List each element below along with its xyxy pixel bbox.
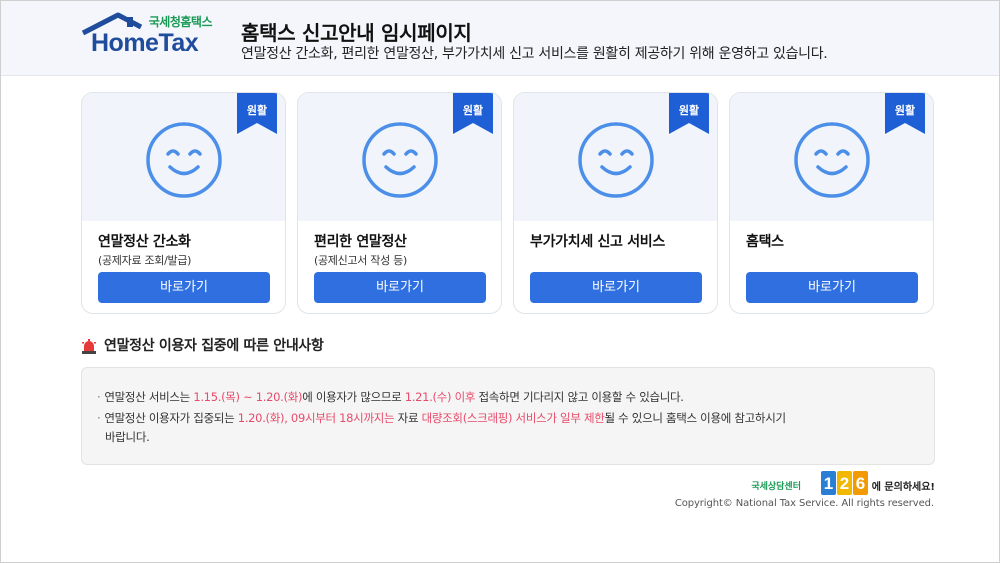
- smiley-face-icon: [362, 122, 438, 198]
- smiley-face-icon: [794, 122, 870, 198]
- notice-text: 에 이용자가 많으므로: [302, 390, 405, 404]
- status-badge: 원활: [462, 104, 484, 117]
- card-subtitle: (공제신고서 작성 등): [314, 254, 407, 267]
- service-cards: 원활 연말정산 간소화 (공제자료 조회/발급) 바로가기 원활 편리한 연말정…: [81, 92, 935, 314]
- card-title: 홈택스: [746, 234, 784, 250]
- go-button[interactable]: 바로가기: [746, 272, 918, 303]
- notice-item: · 연말정산 서비스는 1.15.(목) ~ 1.20.(화)에 이용자가 많으므…: [97, 389, 684, 405]
- card-title: 연말정산 간소화: [98, 234, 191, 250]
- card-title: 부가가치세 신고 서비스: [530, 234, 665, 250]
- notice-text-continued: 바랍니다.: [105, 430, 150, 444]
- notice-item: · 연말정산 이용자가 집중되는 1.20.(화), 09시부터 18시까지는 자…: [97, 410, 786, 426]
- hometax-logo[interactable]: 국세청홈택스 HomeTax: [81, 11, 216, 61]
- go-button[interactable]: 바로가기: [98, 272, 270, 303]
- service-card-yearend-simple: 원활 연말정산 간소화 (공제자료 조회/발급) 바로가기: [81, 92, 286, 314]
- copyright: Copyright© National Tax Service. All rig…: [674, 498, 934, 509]
- service-card-hometax: 원활 홈택스 바로가기: [729, 92, 934, 314]
- notice-box: · 연말정산 서비스는 1.15.(목) ~ 1.20.(화)에 이용자가 많으므…: [81, 367, 935, 465]
- card-title: 편리한 연말정산: [314, 234, 407, 250]
- go-button[interactable]: 바로가기: [530, 272, 702, 303]
- logo-wordmark: HomeTax: [91, 29, 199, 57]
- card-subtitle: (공제자료 조회/발급): [98, 254, 192, 267]
- notice-highlight: 1.21.(수) 이후: [404, 390, 476, 404]
- svg-text:2: 2: [840, 474, 849, 493]
- status-badge: 원활: [246, 104, 268, 117]
- status-badge: 원활: [678, 104, 700, 117]
- service-card-yearend-easy: 원활 편리한 연말정산 (공제신고서 작성 등) 바로가기: [297, 92, 502, 314]
- notice-highlight: 1.15.(목) ~ 1.20.(화): [193, 390, 303, 404]
- page-header: 국세청홈택스 HomeTax 홈택스 신고안내 임시페이지 연말정산 간소화, …: [1, 1, 999, 76]
- bullet: ·: [97, 411, 101, 425]
- status-badge: 원활: [894, 104, 916, 117]
- notice-text: 연말정산 서비스는: [104, 390, 194, 404]
- call-center-banner: 국세상담센터 1 2 6 에 문의하세요!: [715, 471, 935, 495]
- svg-text:1: 1: [824, 474, 833, 493]
- call-center-label: 국세상담센터: [751, 482, 801, 492]
- notice-text: 접속하면 기다리지 않고 이용할 수 있습니다.: [475, 390, 684, 404]
- notice-heading: 연말정산 이용자 집중에 따른 안내사항: [104, 338, 324, 354]
- call-number-126: 1 2 6: [821, 471, 868, 495]
- smiley-face-icon: [578, 122, 654, 198]
- notice-text: 연말정산 이용자가 집중되는: [104, 411, 238, 425]
- notice-highlight: 1.20.(화), 09시부터 18시까지는: [237, 411, 395, 425]
- service-card-vat: 원활 부가가치세 신고 서비스 바로가기: [513, 92, 718, 314]
- bullet: ·: [97, 390, 101, 404]
- go-button[interactable]: 바로가기: [314, 272, 486, 303]
- svg-text:6: 6: [856, 474, 865, 493]
- notice-highlight: 대량조회(스크래핑) 서비스가 일부 제한: [421, 411, 605, 425]
- page-subtitle: 연말정산 간소화, 편리한 연말정산, 부가가치세 신고 서비스를 원활히 제공…: [241, 46, 828, 62]
- notice-text: 자료: [394, 411, 422, 425]
- call-center-tail: 에 문의하세요!: [871, 482, 935, 493]
- notice-text: 될 수 있으니 홈택스 이용에 참고하시기: [604, 411, 787, 425]
- siren-icon: [82, 339, 96, 354]
- logo-subtext: 국세청홈택스: [148, 15, 213, 29]
- smiley-face-icon: [146, 122, 222, 198]
- page-title: 홈택스 신고안내 임시페이지: [241, 21, 472, 45]
